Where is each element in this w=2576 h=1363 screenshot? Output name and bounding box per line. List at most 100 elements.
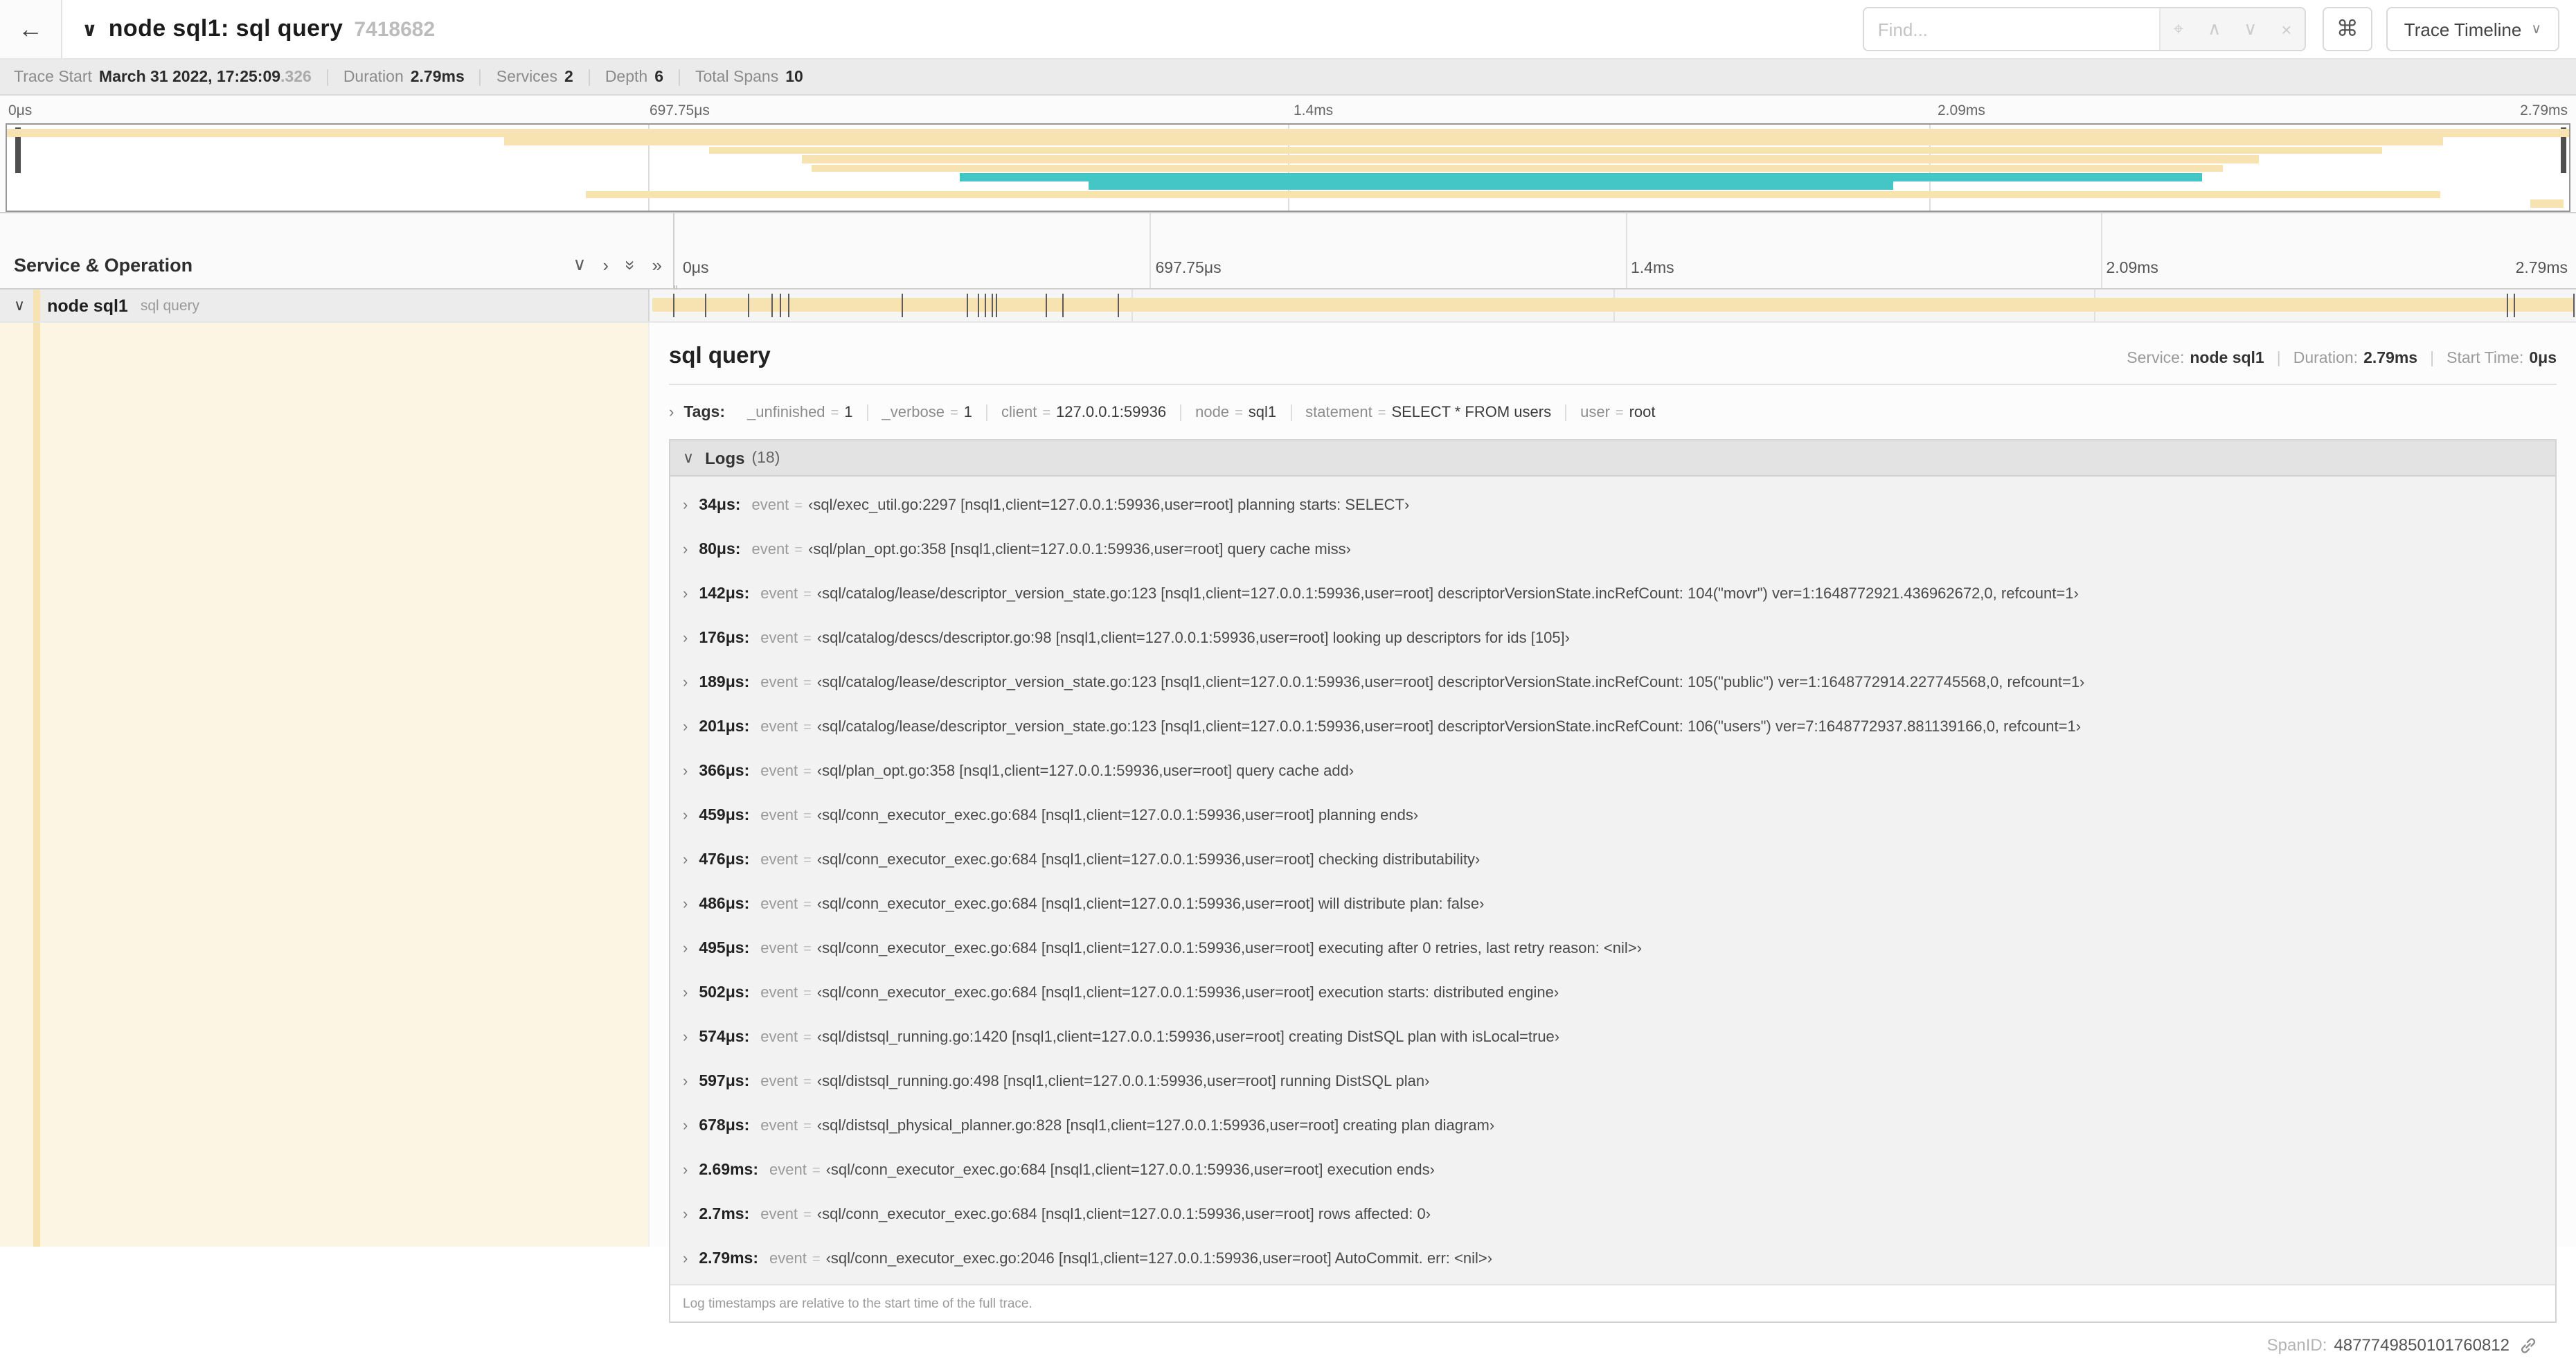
collapse-trace-icon[interactable]: ∨ — [82, 18, 98, 42]
log-row[interactable]: › 189μs: event = ‹sql/catalog/lease/descript… — [670, 661, 2555, 705]
chevron-right-icon[interactable]: › — [683, 675, 688, 691]
log-row[interactable]: › 142μs: event = ‹sql/catalog/lease/descript… — [670, 572, 2555, 616]
logs-collapse-icon[interactable]: ∨ — [683, 449, 694, 467]
trace-title-group[interactable]: ∨ node sql1: sql query 7418682 — [82, 15, 435, 43]
log-row[interactable]: › 459μs: event = ‹sql/conn_executor_exec.go:… — [670, 794, 2555, 838]
chevron-right-icon[interactable]: › — [683, 1251, 688, 1267]
find-next-icon[interactable]: ∨ — [2233, 18, 2269, 40]
span-duration-bar[interactable] — [652, 298, 2573, 312]
meta-label: Duration — [343, 69, 404, 85]
log-row[interactable]: › 502μs: event = ‹sql/conn_executor_exec.go:… — [670, 971, 2555, 1015]
minimap-canvas[interactable] — [6, 123, 2570, 212]
logs-header[interactable]: ∨ Logs (18) — [670, 440, 2555, 476]
meta-label: Services — [496, 69, 557, 85]
collapse-all-icon[interactable]: » — [620, 260, 641, 269]
log-row[interactable]: › 2.7ms: event = ‹sql/conn_executor_exec.go:… — [670, 1193, 2555, 1237]
log-marker-tick — [2514, 294, 2516, 317]
meta-value: 2 — [564, 69, 573, 85]
view-dropdown-button[interactable]: Trace Timeline ∨ — [2386, 7, 2559, 51]
chevron-right-icon[interactable]: › — [683, 1118, 688, 1134]
time-axis-label: 697.75μs — [1155, 260, 1222, 277]
find-input[interactable] — [1863, 8, 2159, 50]
log-field-key: event — [760, 896, 798, 913]
chevron-right-icon[interactable]: › — [683, 1029, 688, 1046]
log-row[interactable]: › 34μs: event = ‹sql/exec_util.go:2297 [nsql… — [670, 483, 2555, 528]
log-equals: = — [803, 764, 812, 779]
log-row[interactable]: › 2.79ms: event = ‹sql/conn_executor_exec.go… — [670, 1237, 2555, 1281]
log-row[interactable]: › 495μs: event = ‹sql/conn_executor_exec.go:… — [670, 927, 2555, 971]
expand-one-icon[interactable]: › — [602, 254, 609, 275]
log-marker-tick — [991, 294, 993, 317]
log-row[interactable]: › 80μs: event = ‹sql/plan_opt.go:358 [nsql1,… — [670, 528, 2555, 572]
log-row[interactable]: › 476μs: event = ‹sql/conn_executor_exec.go:… — [670, 838, 2555, 882]
chevron-down-icon: ∨ — [2531, 21, 2541, 37]
log-field-key: event — [760, 675, 798, 691]
log-field-value: ‹sql/conn_executor_exec.go:684 [nsql1,cl… — [816, 985, 1559, 1001]
meta-value: March 31 2022, 17:25:09 — [98, 69, 281, 85]
chevron-right-icon[interactable]: › — [683, 1074, 688, 1090]
chevron-right-icon[interactable]: › — [683, 1206, 688, 1223]
chevron-right-icon[interactable]: › — [683, 1162, 688, 1179]
tag-equals: = — [1615, 406, 1624, 421]
back-arrow-icon: ← — [18, 15, 43, 42]
divider: | — [2430, 350, 2435, 367]
chevron-right-icon[interactable]: › — [683, 542, 688, 558]
log-field-value: ‹sql/distsql_physical_planner.go:828 [ns… — [816, 1118, 1495, 1134]
span-collapse-icon[interactable]: ∨ — [14, 296, 25, 314]
meta-label: Depth — [605, 69, 648, 85]
chevron-right-icon[interactable]: › — [683, 763, 688, 780]
log-row[interactable]: › 574μs: event = ‹sql/distsql_running.go:142… — [670, 1015, 2555, 1060]
log-row[interactable]: › 201μs: event = ‹sql/catalog/lease/descript… — [670, 705, 2555, 749]
tags-label[interactable]: Tags: — [683, 404, 725, 421]
log-field-key: event — [760, 808, 798, 824]
link-icon[interactable] — [2519, 1336, 2537, 1354]
time-axis-label: 2.79ms — [2515, 260, 2568, 277]
time-axis-label: 2.09ms — [2106, 260, 2158, 277]
log-marker-tick — [2573, 294, 2575, 317]
tag-equals: = — [830, 406, 839, 421]
span-row-name-cell[interactable]: ∨ node sql1 sql query — [0, 289, 650, 321]
tags-expand-icon[interactable]: › — [669, 404, 674, 421]
keyboard-shortcuts-button[interactable]: ⌘ — [2322, 7, 2372, 51]
chevron-right-icon[interactable]: › — [683, 896, 688, 913]
span-track[interactable] — [650, 289, 2576, 321]
log-field-value: ‹sql/conn_executor_exec.go:684 [nsql1,cl… — [816, 896, 1485, 913]
log-field-value: ‹sql/catalog/lease/descriptor_version_st… — [816, 675, 2085, 691]
chevron-right-icon[interactable]: › — [683, 630, 688, 647]
log-row[interactable]: › 2.69ms: event = ‹sql/conn_executor_exec.go… — [670, 1148, 2555, 1193]
log-marker-tick — [996, 294, 998, 317]
chevron-right-icon[interactable]: › — [683, 808, 688, 824]
collapse-one-icon[interactable]: ∨ — [573, 253, 586, 276]
command-icon: ⌘ — [2336, 18, 2359, 42]
tag-key: user — [1580, 404, 1610, 421]
log-field-key: event — [769, 1162, 807, 1179]
expand-all-icon[interactable]: » — [652, 254, 662, 275]
chevron-right-icon[interactable]: › — [683, 586, 688, 603]
tag-item: user = root — [1565, 404, 1669, 421]
log-timestamp: 142μs: — [699, 586, 750, 603]
back-button[interactable]: ← — [0, 0, 62, 58]
chevron-right-icon[interactable]: › — [683, 941, 688, 957]
log-row[interactable]: › 486μs: event = ‹sql/conn_executor_exec.go:… — [670, 882, 2555, 927]
locate-icon[interactable]: ⌖ — [2161, 18, 2197, 40]
log-equals: = — [803, 675, 812, 691]
chevron-right-icon[interactable]: › — [683, 985, 688, 1001]
log-marker-tick — [1062, 294, 1064, 317]
meta-value-fraction: .326 — [280, 69, 312, 85]
chevron-right-icon[interactable]: › — [683, 852, 688, 868]
chevron-right-icon[interactable]: › — [683, 497, 688, 514]
log-row[interactable]: › 176μs: event = ‹sql/catalog/descs/descript… — [670, 616, 2555, 661]
log-timestamp: 502μs: — [699, 985, 750, 1001]
log-field-key: event — [760, 586, 798, 603]
tag-key: statement — [1305, 404, 1372, 421]
log-row[interactable]: › 597μs: event = ‹sql/distsql_running.go:498… — [670, 1060, 2555, 1104]
log-field-value: ‹sql/exec_util.go:2297 [nsql1,client=127… — [808, 497, 1410, 514]
log-marker-tick — [771, 294, 773, 317]
span-id-label: SpanID: — [2266, 1335, 2327, 1355]
log-row[interactable]: › 678μs: event = ‹sql/distsql_physical_plann… — [670, 1104, 2555, 1148]
log-row[interactable]: › 366μs: event = ‹sql/plan_opt.go:358 [nsql1… — [670, 749, 2555, 794]
minimap-span-bar — [708, 146, 2382, 154]
find-clear-icon[interactable]: × — [2269, 19, 2305, 39]
chevron-right-icon[interactable]: › — [683, 719, 688, 736]
find-prev-icon[interactable]: ∧ — [2197, 18, 2233, 40]
